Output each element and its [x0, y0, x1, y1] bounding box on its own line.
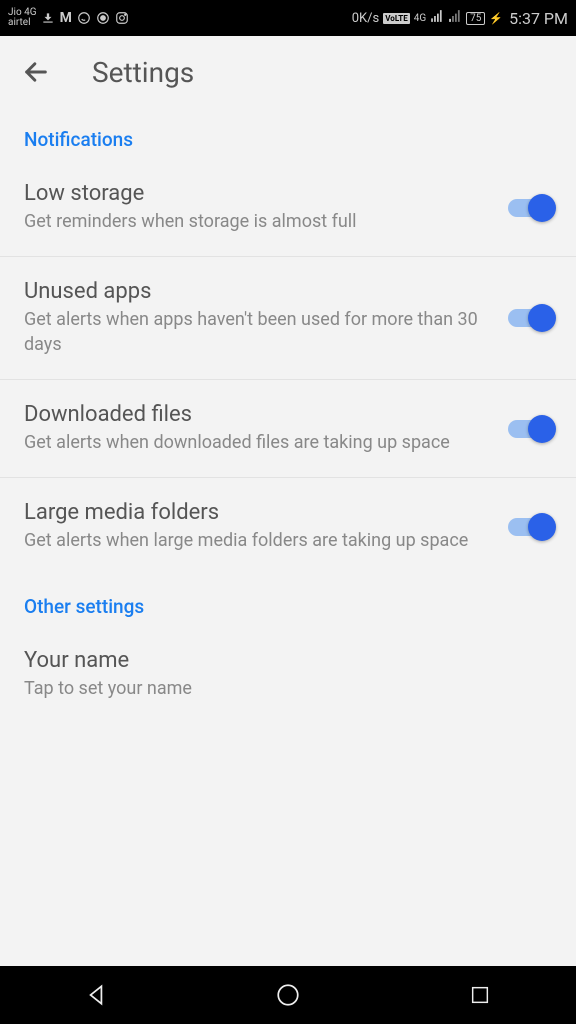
circle-icon	[96, 11, 110, 25]
setting-desc: Tap to set your name	[24, 677, 552, 701]
charging-icon: ⚡	[489, 12, 503, 25]
back-button[interactable]	[12, 48, 60, 96]
page-title: Settings	[92, 56, 194, 89]
setting-title: Downloaded files	[24, 402, 488, 427]
toggle-large-media[interactable]	[508, 518, 552, 536]
setting-title: Unused apps	[24, 279, 488, 304]
speed-label: 0K/s	[352, 11, 380, 26]
toggle-downloaded-files[interactable]	[508, 420, 552, 438]
content-area: Settings Notifications Low storage Get r…	[0, 36, 576, 966]
android-nav-bar	[0, 966, 576, 1024]
setting-text: Large media folders Get alerts when larg…	[24, 500, 488, 553]
setting-desc: Get alerts when apps haven't been used f…	[24, 308, 488, 357]
time-label: 5:37 PM	[509, 9, 568, 28]
volte-badge: VoLTE	[383, 13, 409, 24]
status-left: Jio 4G airtel M	[8, 8, 129, 28]
setting-title: Your name	[24, 648, 552, 673]
notifications-list: Low storage Get reminders when storage i…	[0, 159, 576, 575]
toggle-unused-apps[interactable]	[508, 309, 552, 327]
setting-text: Your name Tap to set your name	[24, 648, 552, 701]
setting-title: Large media folders	[24, 500, 488, 525]
setting-downloaded-files[interactable]: Downloaded files Get alerts when downloa…	[0, 380, 576, 478]
setting-desc: Get alerts when large media folders are …	[24, 529, 488, 553]
toggle-low-storage[interactable]	[508, 199, 552, 217]
setting-text: Low storage Get reminders when storage i…	[24, 181, 488, 234]
other-list: Your name Tap to set your name	[0, 626, 576, 723]
setting-text: Downloaded files Get alerts when downloa…	[24, 402, 488, 455]
setting-desc: Get alerts when downloaded files are tak…	[24, 431, 488, 455]
whatsapp-icon	[77, 11, 91, 25]
setting-title: Low storage	[24, 181, 488, 206]
net-label: 4G	[414, 13, 426, 24]
section-header-other: Other settings	[0, 575, 576, 626]
nav-recent-button[interactable]	[450, 975, 510, 1015]
nav-back-button[interactable]	[66, 975, 126, 1015]
setting-desc: Get reminders when storage is almost ful…	[24, 210, 488, 234]
signal-icon	[430, 9, 444, 27]
section-header-notifications: Notifications	[0, 108, 576, 159]
setting-low-storage[interactable]: Low storage Get reminders when storage i…	[0, 159, 576, 257]
setting-your-name[interactable]: Your name Tap to set your name	[0, 626, 576, 723]
status-notif-icons: M	[41, 10, 129, 26]
setting-unused-apps[interactable]: Unused apps Get alerts when apps haven't…	[0, 257, 576, 380]
android-status-bar: Jio 4G airtel M 0K/s VoLTE 4G	[0, 0, 576, 36]
instagram-icon	[115, 11, 129, 25]
carrier-label: Jio 4G airtel	[8, 8, 37, 28]
nav-home-button[interactable]	[258, 975, 318, 1015]
status-right: 0K/s VoLTE 4G 75 ⚡ 5:37 PM	[352, 9, 568, 28]
signal-icon-2	[448, 9, 462, 27]
download-icon	[41, 11, 55, 25]
setting-large-media[interactable]: Large media folders Get alerts when larg…	[0, 478, 576, 575]
app-bar: Settings	[0, 36, 576, 108]
setting-text: Unused apps Get alerts when apps haven't…	[24, 279, 488, 357]
m-icon: M	[60, 10, 72, 26]
battery-indicator: 75	[466, 12, 485, 25]
